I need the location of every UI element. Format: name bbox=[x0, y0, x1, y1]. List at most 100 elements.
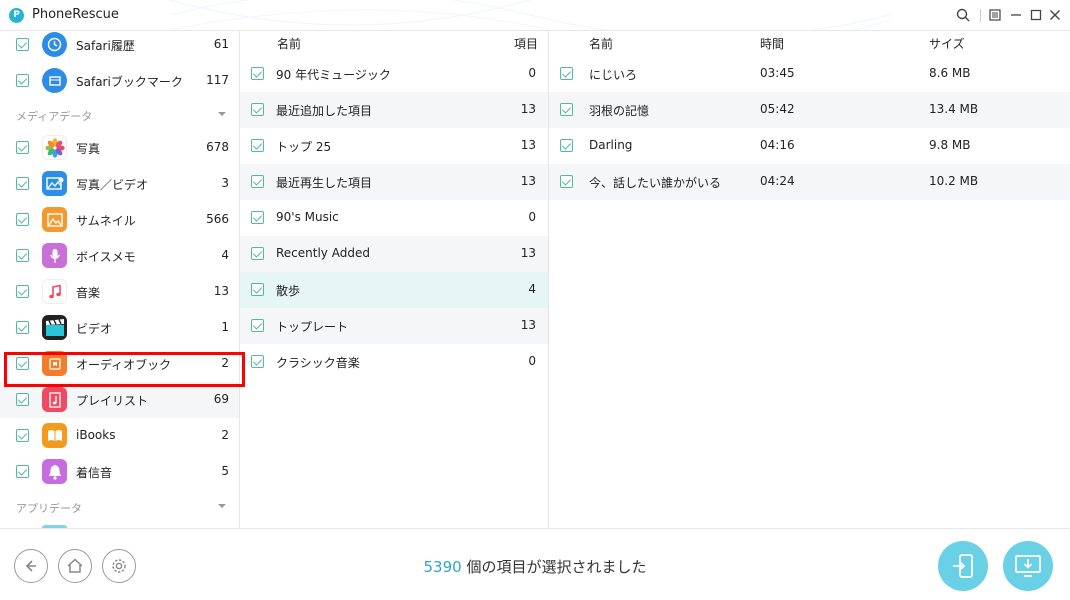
close-icon[interactable] bbox=[1046, 6, 1064, 24]
checkbox[interactable] bbox=[251, 319, 264, 332]
section-header-label: アプリデータ bbox=[16, 502, 82, 515]
sidebar-item-photos[interactable]: 写真 678 bbox=[0, 130, 239, 166]
sidebar-item-video[interactable]: ビデオ 1 bbox=[0, 310, 239, 346]
song-size: 10.2 MB bbox=[929, 174, 979, 188]
column-header-size[interactable]: サイズ bbox=[929, 35, 965, 52]
highlight-annotation bbox=[4, 352, 245, 387]
background-wave-decoration bbox=[170, 0, 890, 30]
song-time: 03:45 bbox=[760, 66, 795, 80]
table-row[interactable]: 90's Music 0 bbox=[240, 200, 548, 236]
checkbox[interactable] bbox=[251, 139, 264, 152]
maximize-icon[interactable] bbox=[1027, 6, 1045, 24]
sidebar-item-count: 566 bbox=[206, 212, 229, 226]
playlist-name: 散歩 bbox=[276, 284, 301, 298]
playlist-count: 13 bbox=[520, 102, 536, 116]
sidebar-item-count: 5 bbox=[221, 464, 229, 478]
checkbox[interactable] bbox=[251, 67, 264, 80]
export-to-computer-button[interactable] bbox=[1003, 541, 1053, 591]
bottom-bar: 5390 個の項目が選択されました bbox=[0, 528, 1070, 600]
playlist-name: 最近追加した項目 bbox=[276, 104, 373, 118]
table-row[interactable]: 最近追加した項目 13 bbox=[240, 92, 548, 128]
sidebar-item-thumbnail[interactable]: サムネイル 566 bbox=[0, 202, 239, 238]
export-to-device-button[interactable] bbox=[938, 541, 988, 591]
checkbox[interactable] bbox=[16, 285, 29, 298]
playlist-name: 最近再生した項目 bbox=[276, 176, 373, 190]
selected-count: 5390 bbox=[423, 558, 462, 576]
checkbox[interactable] bbox=[560, 175, 573, 188]
checkbox[interactable] bbox=[560, 139, 573, 152]
chevron-down-icon bbox=[218, 504, 226, 508]
checkbox[interactable] bbox=[16, 393, 29, 406]
table-row[interactable]: にじいろ 03:45 8.6 MB bbox=[549, 56, 1070, 92]
sidebar-item-voice-memo[interactable]: ボイスメモ 4 bbox=[0, 238, 239, 274]
checkbox[interactable] bbox=[16, 213, 29, 226]
menu-icon[interactable] bbox=[986, 6, 1004, 24]
checkbox[interactable] bbox=[251, 175, 264, 188]
checkbox[interactable] bbox=[251, 211, 264, 224]
checkbox[interactable] bbox=[16, 321, 29, 334]
sidebar-item-label: Safari履歴 bbox=[76, 39, 135, 53]
table-row[interactable]: 最近再生した項目 13 bbox=[240, 164, 548, 200]
column-header-items[interactable]: 項目 bbox=[514, 35, 538, 52]
voice-memo-icon bbox=[42, 243, 67, 268]
chevron-down-icon bbox=[218, 112, 226, 116]
sidebar-item-safari-history[interactable]: Safari履歴 61 bbox=[0, 31, 239, 63]
sidebar-item-ibooks[interactable]: iBooks 2 bbox=[0, 418, 239, 454]
column-header-time[interactable]: 時間 bbox=[760, 35, 784, 52]
sidebar-item-safari-bookmark[interactable]: Safariブックマーク 117 bbox=[0, 63, 239, 99]
safari-bookmark-icon bbox=[42, 68, 67, 93]
safari-history-icon bbox=[42, 32, 67, 57]
sidebar-item-ringtone[interactable]: 着信音 5 bbox=[0, 454, 239, 490]
sidebar-item-label: プレイリスト bbox=[76, 394, 149, 408]
sidebar-item-photo-video[interactable]: 写真／ビデオ 3 bbox=[0, 166, 239, 202]
checkbox[interactable] bbox=[251, 355, 264, 368]
table-row[interactable]: 羽根の記憶 05:42 13.4 MB bbox=[549, 92, 1070, 128]
table-row[interactable]: 今、話したい誰かがいる 04:24 10.2 MB bbox=[549, 164, 1070, 200]
video-icon bbox=[42, 315, 67, 340]
checkbox[interactable] bbox=[251, 283, 264, 296]
sidebar-item-label: サムネイル bbox=[76, 214, 136, 228]
checkbox[interactable] bbox=[16, 38, 29, 51]
playlist-name: トップ 25 bbox=[276, 140, 332, 154]
playlist-count: 0 bbox=[528, 66, 536, 80]
column-header-name[interactable]: 名前 bbox=[589, 35, 613, 52]
checkbox[interactable] bbox=[251, 247, 264, 260]
table-row[interactable]: Recently Added 13 bbox=[240, 236, 548, 272]
table-row[interactable]: トップ 25 13 bbox=[240, 128, 548, 164]
checkbox[interactable] bbox=[16, 177, 29, 190]
sidebar-item-music[interactable]: 音楽 13 bbox=[0, 274, 239, 310]
table-row[interactable]: トップレート 13 bbox=[240, 308, 548, 344]
checkbox[interactable] bbox=[16, 74, 29, 87]
checkbox[interactable] bbox=[16, 465, 29, 478]
section-header-media[interactable]: メディアデータ bbox=[16, 108, 226, 124]
sidebar-item-count: 117 bbox=[206, 73, 229, 87]
ibooks-icon bbox=[42, 423, 67, 448]
sidebar-item-count: 678 bbox=[206, 140, 229, 154]
column-header-name[interactable]: 名前 bbox=[277, 35, 301, 52]
app-logo-icon: P bbox=[9, 8, 24, 23]
playlist-count: 0 bbox=[528, 354, 536, 368]
table-row[interactable]: Darling 04:16 9.8 MB bbox=[549, 128, 1070, 164]
playlist-count: 0 bbox=[528, 210, 536, 224]
sidebar-item-playlist[interactable]: プレイリスト 69 bbox=[0, 382, 239, 418]
checkbox[interactable] bbox=[16, 249, 29, 262]
checkbox[interactable] bbox=[251, 103, 264, 116]
checkbox[interactable] bbox=[16, 141, 29, 154]
playlist-count: 13 bbox=[520, 174, 536, 188]
section-header-app[interactable]: アプリデータ bbox=[16, 500, 226, 516]
minimize-icon[interactable] bbox=[1007, 6, 1025, 24]
sidebar-item-count: 4 bbox=[221, 248, 229, 262]
list-header: 名前 項目 bbox=[240, 31, 548, 55]
checkbox[interactable] bbox=[560, 103, 573, 116]
music-icon bbox=[42, 279, 67, 304]
table-row[interactable]: 90 年代ミュージック 0 bbox=[240, 56, 548, 92]
search-icon[interactable] bbox=[954, 6, 972, 24]
checkbox[interactable] bbox=[16, 429, 29, 442]
checkbox[interactable] bbox=[560, 67, 573, 80]
song-name: にじいろ bbox=[589, 68, 638, 82]
sidebar-item-label: 着信音 bbox=[76, 466, 113, 480]
table-row-selected[interactable]: 散歩 4 bbox=[240, 272, 548, 308]
sidebar-item-label: 写真／ビデオ bbox=[76, 178, 149, 192]
table-row[interactable]: クラシック音楽 0 bbox=[240, 344, 548, 380]
sidebar-item-count: 3 bbox=[221, 176, 229, 190]
